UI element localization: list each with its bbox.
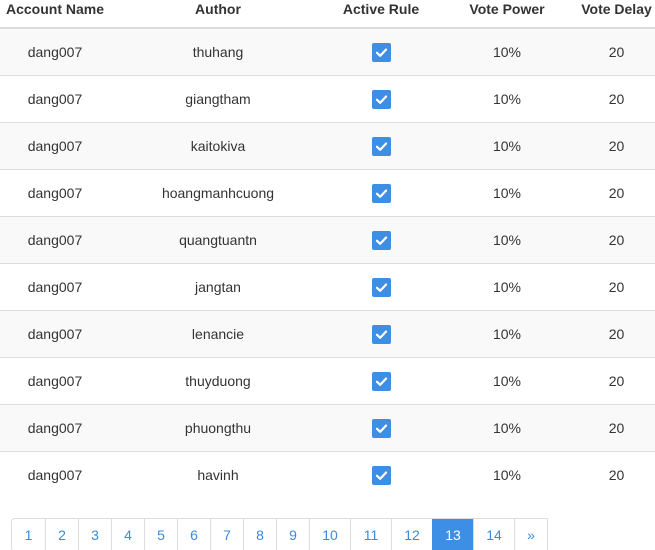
cell-author: phuongthu — [110, 404, 326, 452]
table-row: dang007 hoangmanhcuong 10% 20 — [0, 169, 655, 217]
table-row: dang007 lenancie 10% 20 — [0, 310, 655, 358]
page-11-button[interactable]: 11 — [350, 519, 391, 550]
cell-account-name: dang007 — [0, 263, 110, 311]
cell-author: giangtham — [110, 75, 326, 123]
cell-active-rule — [326, 451, 436, 498]
checkbox-checked-icon[interactable] — [371, 418, 391, 438]
page-4-button[interactable]: 4 — [111, 519, 144, 550]
page-14-button[interactable]: 14 — [473, 519, 514, 550]
table-row: dang007 thuhang 10% 20 — [0, 28, 655, 76]
cell-vote-power: 10% — [436, 263, 578, 311]
header-active-rule[interactable]: Active Rule — [326, 0, 436, 29]
cell-vote-power: 10% — [436, 122, 578, 170]
cell-account-name: dang007 — [0, 357, 110, 405]
page-2-button[interactable]: 2 — [45, 519, 78, 550]
page-3-button[interactable]: 3 — [78, 519, 111, 550]
cell-vote-delay: 20 — [578, 28, 655, 76]
cell-author: quangtuantn — [110, 216, 326, 264]
rules-table: Account Name Author Active Rule Vote Pow… — [0, 0, 655, 498]
next-page-button[interactable]: » — [514, 519, 547, 550]
cell-vote-power: 10% — [436, 357, 578, 405]
header-author[interactable]: Author — [110, 0, 326, 29]
page-10-button[interactable]: 10 — [309, 519, 350, 550]
table-body: dang007 thuhang 10% 20 dang007 giangtham 10% 20… — [0, 28, 655, 498]
cell-account-name: dang007 — [0, 169, 110, 217]
cell-active-rule — [326, 357, 436, 405]
cell-author: thuhang — [110, 28, 326, 76]
table-row: dang007 quangtuantn 10% 20 — [0, 216, 655, 264]
cell-vote-power: 10% — [436, 216, 578, 264]
page-5-button[interactable]: 5 — [144, 519, 177, 550]
cell-account-name: dang007 — [0, 404, 110, 452]
cell-author: hoangmanhcuong — [110, 169, 326, 217]
cell-vote-power: 10% — [436, 310, 578, 358]
table-row: dang007 jangtan 10% 20 — [0, 263, 655, 311]
checkbox-checked-icon[interactable] — [371, 324, 391, 344]
cell-account-name: dang007 — [0, 451, 110, 498]
header-vote-power[interactable]: Vote Power — [436, 0, 578, 29]
cell-active-rule — [326, 75, 436, 123]
checkbox-checked-icon[interactable] — [371, 136, 391, 156]
cell-author: lenancie — [110, 310, 326, 358]
cell-author: havinh — [110, 451, 326, 498]
checkbox-checked-icon[interactable] — [371, 42, 391, 62]
cell-vote-power: 10% — [436, 169, 578, 217]
cell-author: thuyduong — [110, 357, 326, 405]
cell-active-rule — [326, 216, 436, 264]
cell-account-name: dang007 — [0, 75, 110, 123]
cell-vote-delay: 20 — [578, 216, 655, 264]
header-vote-delay[interactable]: Vote Delay — [578, 0, 655, 29]
checkbox-checked-icon[interactable] — [371, 89, 391, 109]
cell-vote-delay: 20 — [578, 451, 655, 498]
cell-vote-delay: 20 — [578, 263, 655, 311]
checkbox-checked-icon[interactable] — [371, 371, 391, 391]
cell-account-name: dang007 — [0, 310, 110, 358]
cell-account-name: dang007 — [0, 122, 110, 170]
cell-vote-power: 10% — [436, 451, 578, 498]
checkbox-checked-icon[interactable] — [371, 277, 391, 297]
cell-account-name: dang007 — [0, 216, 110, 264]
cell-active-rule — [326, 263, 436, 311]
cell-active-rule — [326, 122, 436, 170]
page-9-button[interactable]: 9 — [276, 519, 309, 550]
cell-active-rule — [326, 404, 436, 452]
checkbox-checked-icon[interactable] — [371, 465, 391, 485]
table-row: dang007 havinh 10% 20 — [0, 451, 655, 498]
cell-vote-delay: 20 — [578, 122, 655, 170]
cell-author: jangtan — [110, 263, 326, 311]
cell-vote-power: 10% — [436, 28, 578, 76]
table-header: Account Name Author Active Rule Vote Pow… — [0, 0, 655, 29]
page-1-button[interactable]: 1 — [12, 519, 45, 550]
checkbox-checked-icon[interactable] — [371, 183, 391, 203]
cell-vote-delay: 20 — [578, 169, 655, 217]
rules-panel: Account Name Author Active Rule Vote Pow… — [0, 0, 655, 550]
cell-active-rule — [326, 310, 436, 358]
header-account-name[interactable]: Account Name — [0, 0, 110, 29]
page-12-button[interactable]: 12 — [391, 519, 432, 550]
cell-vote-delay: 20 — [578, 310, 655, 358]
pagination: 1 2 3 4 5 6 7 8 9 10 11 12 13 14» — [11, 518, 548, 550]
cell-author: kaitokiva — [110, 122, 326, 170]
cell-vote-power: 10% — [436, 404, 578, 452]
cell-active-rule — [326, 28, 436, 76]
table-row: dang007 giangtham 10% 20 — [0, 75, 655, 123]
cell-vote-delay: 20 — [578, 75, 655, 123]
cell-account-name: dang007 — [0, 28, 110, 76]
page-6-button[interactable]: 6 — [177, 519, 210, 550]
header-row: Account Name Author Active Rule Vote Pow… — [0, 0, 655, 29]
table-row: dang007 kaitokiva 10% 20 — [0, 122, 655, 170]
page-13-button[interactable]: 13 — [432, 519, 473, 550]
checkbox-checked-icon[interactable] — [371, 230, 391, 250]
cell-vote-delay: 20 — [578, 404, 655, 452]
page-8-button[interactable]: 8 — [243, 519, 276, 550]
cell-active-rule — [326, 169, 436, 217]
page-7-button[interactable]: 7 — [210, 519, 243, 550]
table-row: dang007 thuyduong 10% 20 — [0, 357, 655, 405]
cell-vote-power: 10% — [436, 75, 578, 123]
cell-vote-delay: 20 — [578, 357, 655, 405]
table-row: dang007 phuongthu 10% 20 — [0, 404, 655, 452]
